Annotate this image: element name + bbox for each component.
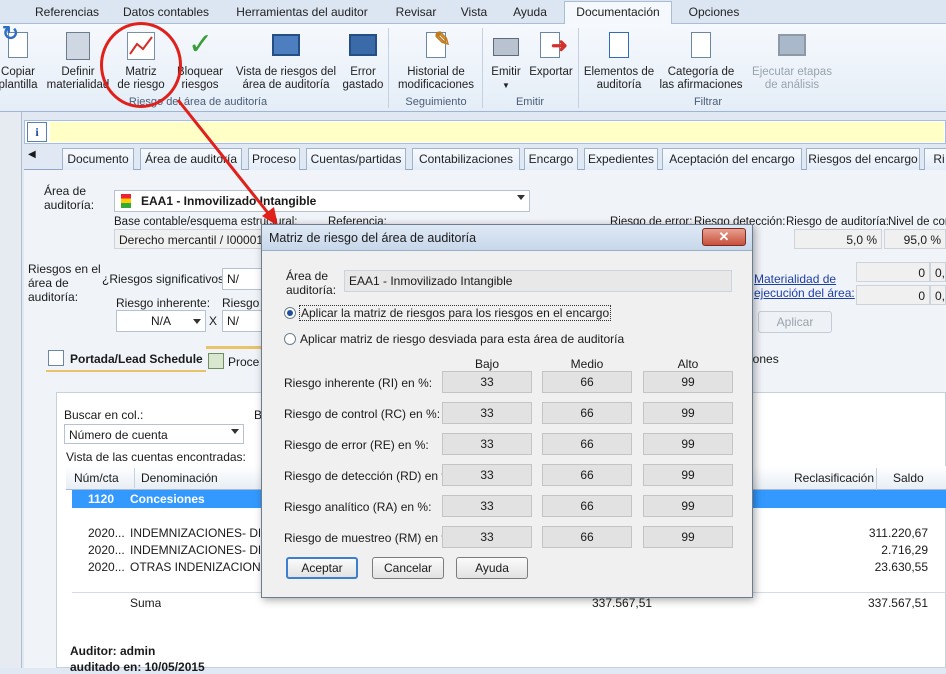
dialog-title: Matriz de riesgo del área de auditoría: [269, 231, 477, 245]
radio-matriz-desviada-label[interactable]: Aplicar matriz de riesgo desviada para e…: [300, 332, 624, 346]
row-label-rm: Riesgo de muestreo (RM) en %:: [284, 531, 456, 545]
cell-rc-bajo[interactable]: 33: [442, 402, 532, 424]
col-medio: Medio: [570, 357, 604, 371]
cell-rd-alto[interactable]: 99: [643, 464, 733, 486]
radio-matriz-encargo-label[interactable]: Aplicar la matriz de riesgos para los ri…: [298, 305, 612, 321]
cell-ra-bajo[interactable]: 33: [442, 495, 532, 517]
cell-re-bajo[interactable]: 33: [442, 433, 532, 455]
ayuda-button[interactable]: Ayuda: [456, 557, 528, 579]
row-label-rd: Riesgo de detección (RD) en %:: [284, 469, 456, 483]
dialog-title-bar[interactable]: Matriz de riesgo del área de auditoría ✕: [262, 225, 752, 251]
cell-ri-alto[interactable]: 99: [643, 371, 733, 393]
cell-ra-medio[interactable]: 66: [542, 495, 632, 517]
col-alto: Alto: [677, 357, 699, 371]
cell-ri-medio[interactable]: 66: [542, 371, 632, 393]
row-label-rc: Riesgo de control (RC) en %:: [284, 407, 441, 421]
close-icon[interactable]: ✕: [702, 228, 746, 246]
cell-ra-alto[interactable]: 99: [643, 495, 733, 517]
cell-re-medio[interactable]: 66: [542, 433, 632, 455]
aceptar-button[interactable]: Aceptar: [286, 557, 358, 579]
cell-rd-medio[interactable]: 66: [542, 464, 632, 486]
col-bajo: Bajo: [474, 357, 500, 371]
dialog-area-value: EAA1 - Inmovilizado Intangible: [344, 270, 732, 292]
row-label-ri: Riesgo inherente (RI) en %:: [284, 376, 433, 390]
cancelar-button[interactable]: Cancelar: [372, 557, 444, 579]
cell-re-alto[interactable]: 99: [643, 433, 733, 455]
dialog-area-label: Área de auditoría:: [286, 269, 337, 297]
cell-rd-bajo[interactable]: 33: [442, 464, 532, 486]
cell-rc-alto[interactable]: 99: [643, 402, 733, 424]
row-label-ra: Riesgo analítico (RA) en %:: [284, 500, 432, 514]
radio-matriz-encargo[interactable]: [284, 307, 296, 319]
cell-rm-alto[interactable]: 99: [643, 526, 733, 548]
cell-ri-bajo[interactable]: 33: [442, 371, 532, 393]
cell-rm-bajo[interactable]: 33: [442, 526, 532, 548]
risk-matrix-dialog: Matriz de riesgo del área de auditoría ✕…: [261, 224, 753, 598]
cell-rm-medio[interactable]: 66: [542, 526, 632, 548]
cell-rc-medio[interactable]: 66: [542, 402, 632, 424]
row-label-re: Riesgo de error (RE) en %:: [284, 438, 429, 452]
radio-matriz-desviada[interactable]: [284, 333, 296, 345]
